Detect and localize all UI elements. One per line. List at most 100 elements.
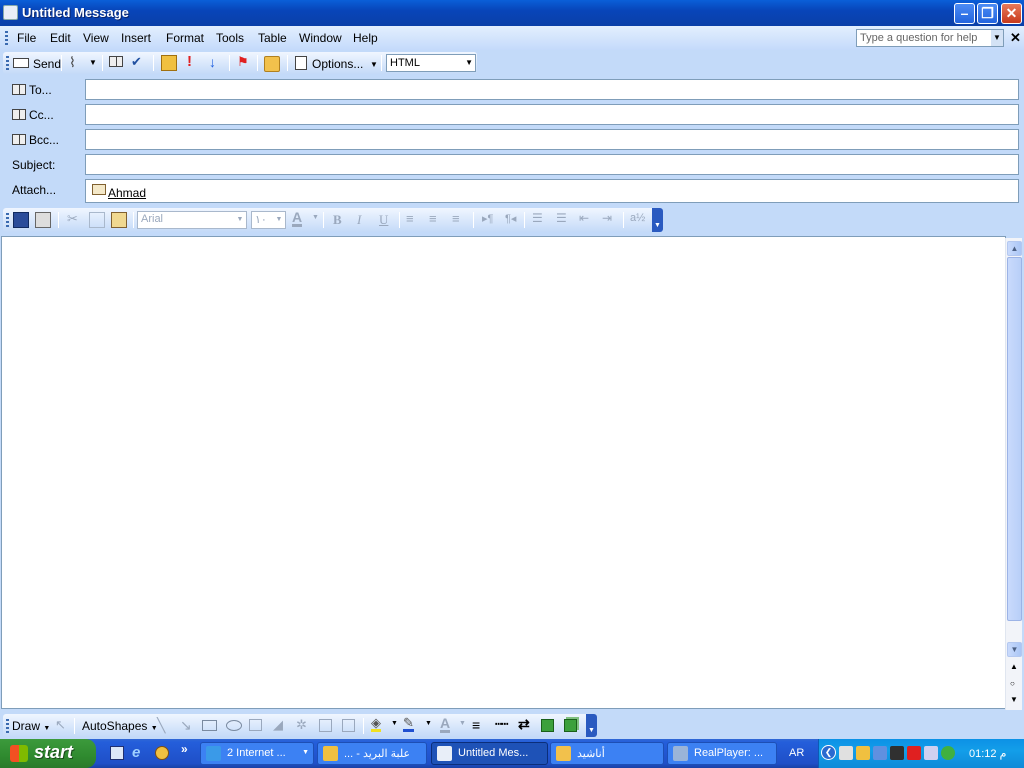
select-browse-object-icon[interactable]: ○ [1010,679,1015,688]
toolbar-grip[interactable] [6,56,9,70]
attach-label[interactable]: Attach... [12,183,56,197]
bcc-button[interactable]: Bcc... [12,133,59,147]
scroll-up-icon[interactable]: ▲ [1007,241,1022,256]
taskbar-item-internet-explorer[interactable]: 2 Internet ... ▼ [200,742,314,765]
scroll-thumb[interactable] [1007,257,1022,621]
cc-button[interactable]: Cc... [12,108,54,122]
antivirus-icon[interactable] [907,746,921,760]
attach-field[interactable]: Ahmad [85,179,1019,203]
menu-file[interactable]: File [17,31,36,45]
outlook-quicklaunch-icon[interactable] [155,746,169,760]
title-bar[interactable]: Untitled Message – ❐ ✕ [0,0,1024,26]
diagram-icon[interactable]: ✲ [296,717,307,733]
close-document-icon[interactable]: ✕ [1010,30,1021,46]
check-names-icon[interactable]: ✔ [131,54,147,70]
taskbar-item-untitled-message[interactable]: Untitled Mes... [431,742,548,765]
restore-button[interactable]: ❐ [977,3,998,24]
right-to-left-icon[interactable]: ¶◂ [505,212,516,225]
chevron-right-icon[interactable]: » [181,742,188,756]
wordart-icon[interactable]: ◢ [273,717,283,733]
styles-icon[interactable]: a½ [630,212,645,224]
clock[interactable]: 01:12 م [969,747,1006,760]
3d-style-icon[interactable] [564,719,577,732]
decrease-indent-icon[interactable]: ⇤ [579,211,589,225]
minimize-button[interactable]: – [954,3,975,24]
menu-table[interactable]: Table [258,31,287,45]
next-object-icon[interactable]: ▼ [1010,695,1018,704]
print-icon[interactable] [35,212,51,228]
italic-button[interactable]: I [357,212,361,228]
menu-window[interactable]: Window [299,31,342,45]
bold-button[interactable]: B [333,212,342,228]
start-button[interactable]: start [0,739,96,768]
subject-field[interactable] [85,154,1019,175]
chevron-down-icon[interactable]: ▼ [459,720,466,727]
outlook-tray-icon[interactable] [856,746,870,760]
menu-insert[interactable]: Insert [121,31,151,45]
picture-icon[interactable] [342,719,355,732]
menu-view[interactable]: View [83,31,109,45]
line-style-icon[interactable]: ≡ [472,717,480,733]
underline-button[interactable]: U [379,212,388,228]
line-icon[interactable]: ╲ [157,717,165,734]
align-left-icon[interactable]: ≡ [406,211,414,226]
address-book-icon[interactable] [109,55,125,71]
taskbar-item-folder[interactable]: أناشيد [550,742,664,765]
internet-explorer-icon[interactable]: e [132,744,140,761]
to-field[interactable] [85,79,1019,100]
font-size-select[interactable]: ١٠ ▼ [251,211,286,229]
chevron-down-icon[interactable]: ▼ [425,720,432,727]
numbered-list-icon[interactable]: ☰ [532,211,543,225]
align-right-icon[interactable]: ≡ [452,211,460,226]
toolbar-grip[interactable] [5,31,8,45]
menu-format[interactable]: Format [166,31,204,45]
importance-high-icon[interactable]: ! [187,53,192,70]
permission-icon[interactable] [161,55,177,71]
to-button[interactable]: To... [12,83,52,97]
flag-icon[interactable]: ⚑ [237,54,249,70]
draw-menu-button[interactable]: Draw ▼ [12,719,50,733]
cc-field[interactable] [85,104,1019,125]
cut-icon[interactable]: ✂ [67,211,78,227]
chevron-down-icon[interactable]: ▼ [89,58,97,67]
increase-indent-icon[interactable]: ⇥ [602,211,612,225]
menu-edit[interactable]: Edit [50,31,71,45]
toolbar-options-icon[interactable]: ▼ [652,208,663,232]
font-color-icon[interactable]: A [292,210,303,227]
left-to-right-icon[interactable]: ▸¶ [482,212,493,225]
shadow-style-icon[interactable] [541,719,554,732]
autoshapes-menu-button[interactable]: AutoShapes ▼ [82,719,158,733]
select-objects-icon[interactable]: ↖ [55,717,66,733]
network-icon[interactable] [873,746,887,760]
arrow-style-icon[interactable]: ⇄ [518,716,530,733]
close-button[interactable]: ✕ [1001,3,1022,24]
bcc-field[interactable] [85,129,1019,150]
messenger-icon[interactable] [941,746,955,760]
clip-art-icon[interactable] [319,719,332,732]
tray-app-icon[interactable] [924,746,938,760]
folder-icon[interactable] [264,56,280,72]
font-name-select[interactable]: Arial ▼ [137,211,247,229]
font-color-icon[interactable]: A [440,716,451,733]
show-desktop-icon[interactable] [110,746,124,760]
paperclip-icon[interactable]: ⌇ [69,54,76,71]
save-icon[interactable] [13,212,29,228]
importance-low-icon[interactable]: ↓ [209,54,216,70]
attachment-name[interactable]: Ahmad [108,186,146,200]
chevron-down-icon[interactable]: ▼ [312,214,319,221]
text-box-icon[interactable] [249,719,262,731]
toolbar-grip[interactable] [6,213,9,227]
taskbar-item-inbox[interactable]: علبة البريد - ... [317,742,427,765]
previous-object-icon[interactable]: ▲ [1010,662,1018,671]
menu-help[interactable]: Help [353,31,378,45]
fill-color-icon[interactable]: ◈ [371,716,381,732]
message-body[interactable] [1,236,1006,709]
oval-icon[interactable] [226,720,242,731]
language-indicator[interactable]: AR [789,747,804,759]
toolbar-grip[interactable] [6,719,9,733]
tray-app-icon[interactable] [839,746,853,760]
message-format-select[interactable]: HTML ▼ [386,54,476,72]
rectangle-icon[interactable] [202,720,217,731]
dash-style-icon[interactable]: ┅┅ [495,717,508,731]
tray-app-icon[interactable] [890,746,904,760]
